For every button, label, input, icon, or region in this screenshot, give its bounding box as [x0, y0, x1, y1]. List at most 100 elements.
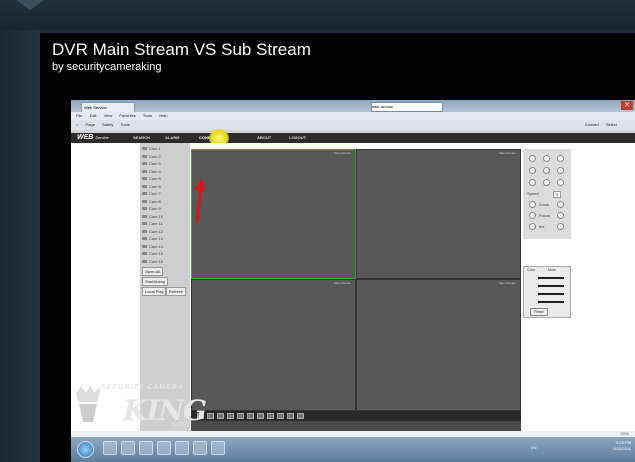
- menu-help[interactable]: Help: [159, 113, 167, 118]
- video-cell-1[interactable]: Main Stream: [191, 149, 356, 279]
- channel-item[interactable]: Cam 13: [142, 235, 163, 242]
- tab-color[interactable]: Color: [527, 267, 535, 273]
- channel-item[interactable]: Cam 12: [142, 228, 163, 235]
- local-play-button[interactable]: Local Play: [142, 287, 167, 296]
- channel-item[interactable]: Cam 7: [142, 190, 161, 197]
- channel-item[interactable]: Cam 10: [142, 213, 163, 220]
- video-player[interactable]: DVR Main Stream VS Sub Stream by securit…: [40, 33, 635, 462]
- ptz-down-left-icon[interactable]: [529, 179, 536, 186]
- cmd-convert[interactable]: Convert: [585, 122, 599, 127]
- layout-4-icon[interactable]: [207, 413, 214, 419]
- close-icon[interactable]: ✕: [621, 101, 633, 110]
- red-arrow-icon: [194, 178, 205, 223]
- explorer-taskbar-icon[interactable]: [121, 441, 135, 455]
- saturation-slider[interactable]: [538, 293, 564, 295]
- channel-item[interactable]: Cam 11: [142, 220, 163, 227]
- ptz-left-icon[interactable]: [529, 167, 536, 174]
- ptz-speed-select[interactable]: 5: [553, 191, 562, 198]
- cmd-select[interactable]: Select: [606, 122, 617, 127]
- cmd-safety[interactable]: Safety: [102, 122, 113, 127]
- channel-item[interactable]: Cam 16: [142, 258, 163, 265]
- channel-item[interactable]: Cam 5: [142, 175, 161, 182]
- media-taskbar-icon[interactable]: [139, 441, 153, 455]
- zoom-out-icon[interactable]: [529, 201, 536, 208]
- firefox-taskbar-icon[interactable]: [157, 441, 171, 455]
- menu-tools[interactable]: Tools: [143, 113, 152, 118]
- menu-edit[interactable]: Edit: [90, 113, 97, 118]
- focus-near-icon[interactable]: [529, 212, 536, 219]
- app-taskbar-icon[interactable]: [193, 441, 207, 455]
- nav-logout[interactable]: LOGOUT: [289, 133, 306, 143]
- focus-far-icon[interactable]: [557, 212, 564, 219]
- brightness-slider[interactable]: [538, 277, 564, 279]
- ie-taskbar-icon[interactable]: [103, 441, 117, 455]
- audio-icon[interactable]: [277, 413, 284, 419]
- web-service-logo: WEB Service: [77, 134, 109, 141]
- channel-item[interactable]: Cam 3: [142, 160, 161, 167]
- ptz-up-icon[interactable]: [543, 155, 550, 162]
- ptz-down-right-icon[interactable]: [557, 179, 564, 186]
- nav-alarm[interactable]: ALARM: [165, 133, 179, 143]
- video-cell-4[interactable]: Main Stream: [356, 279, 521, 411]
- stream-tag: Main Stream: [498, 151, 516, 155]
- open-all-button[interactable]: Open All: [142, 267, 164, 276]
- channel-item[interactable]: Cam 8: [142, 198, 161, 205]
- video-cell-2[interactable]: Main Stream: [356, 149, 521, 279]
- hue-slider[interactable]: [538, 301, 564, 303]
- close-all-icon[interactable]: [297, 413, 304, 419]
- iris-close-icon[interactable]: [529, 223, 536, 230]
- app-taskbar-icon[interactable]: [175, 441, 189, 455]
- menu-file[interactable]: File: [76, 113, 82, 118]
- contrast-slider[interactable]: [538, 285, 564, 287]
- record-icon[interactable]: [247, 413, 254, 419]
- channel-item[interactable]: Cam 1: [142, 145, 161, 152]
- channel-item[interactable]: Cam 9: [142, 205, 161, 212]
- focus-label: Focus: [539, 213, 550, 218]
- layout-8-icon[interactable]: [217, 413, 224, 419]
- zoom-label: Zoom: [539, 202, 550, 207]
- camera-icon: [142, 222, 147, 226]
- home-icon[interactable]: ⌂: [76, 122, 78, 127]
- browser-address-field[interactable]: web service: [371, 102, 443, 112]
- channel-item[interactable]: Cam 6: [142, 183, 161, 190]
- start-dialog-button[interactable]: StartDialog: [142, 277, 168, 286]
- snapshot-icon[interactable]: [257, 413, 264, 419]
- ptz-center-icon[interactable]: [543, 167, 550, 174]
- ptz-up-left-icon[interactable]: [529, 155, 536, 162]
- iris-label: Iris: [539, 224, 545, 229]
- app-taskbar-icon[interactable]: [211, 441, 225, 455]
- start-orb-icon[interactable]: [77, 441, 94, 458]
- channel-item[interactable]: Cam 14: [142, 243, 163, 250]
- layout-16-icon[interactable]: [237, 413, 244, 419]
- cmd-page[interactable]: Page: [86, 122, 95, 127]
- camera-icon: [142, 162, 147, 166]
- channel-item[interactable]: Cam 15: [142, 250, 163, 257]
- ptz-speed-label: Speed: [527, 191, 539, 196]
- ptz-right-icon[interactable]: [557, 167, 564, 174]
- language-indicator[interactable]: EN: [531, 445, 537, 450]
- video-cell-3[interactable]: Main Stream: [191, 279, 356, 411]
- ptz-down-icon[interactable]: [543, 179, 550, 186]
- zoom-in-icon[interactable]: [557, 201, 564, 208]
- channel-item[interactable]: Cam 2: [142, 153, 161, 160]
- tab-more[interactable]: More: [548, 267, 556, 273]
- layout-9-icon[interactable]: [227, 413, 234, 419]
- nav-search[interactable]: SEARCH: [133, 133, 150, 143]
- reset-button[interactable]: Reset: [530, 308, 548, 316]
- talk-icon[interactable]: [287, 413, 294, 419]
- refresh-button[interactable]: Refresh: [166, 287, 187, 296]
- cmd-tools[interactable]: Tools: [120, 122, 129, 127]
- nav-about[interactable]: ABOUT: [257, 133, 271, 143]
- menu-view[interactable]: View: [104, 113, 113, 118]
- channel-item[interactable]: Cam 4: [142, 168, 161, 175]
- camera-icon: [142, 184, 147, 188]
- menu-favorites[interactable]: Favorites: [119, 113, 135, 118]
- crown-logo-icon: [76, 385, 100, 422]
- system-clock[interactable]: 5:05 PM 6/13/2011: [614, 440, 632, 452]
- iris-open-icon[interactable]: [557, 223, 564, 230]
- camera-icon: [142, 237, 147, 241]
- camera-icon: [142, 192, 147, 196]
- ptz-up-right-icon[interactable]: [557, 155, 564, 162]
- video-toolbar: [191, 411, 521, 421]
- fullscreen-icon[interactable]: [267, 413, 274, 419]
